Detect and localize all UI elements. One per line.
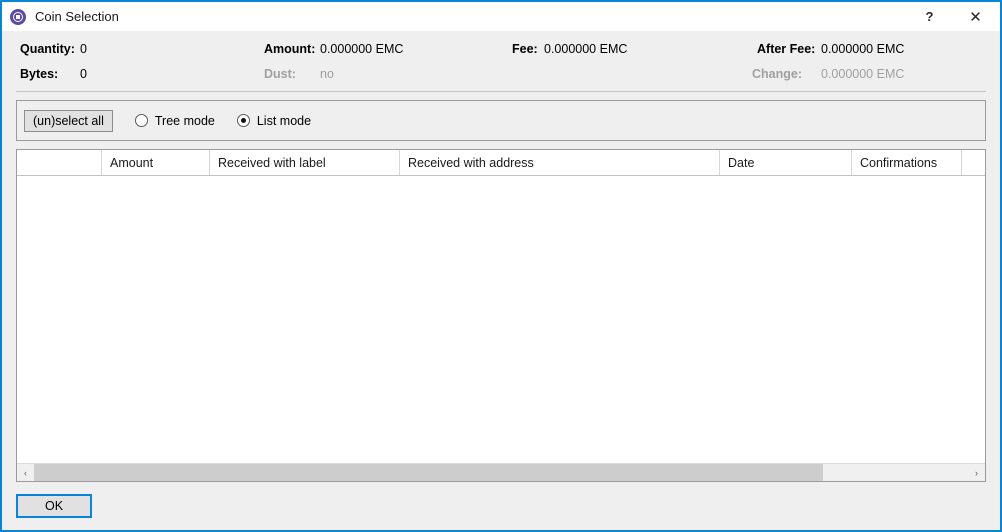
table-header-row: Amount ˇ Received with label Received wi… (17, 150, 985, 176)
quantity-value: 0 (80, 42, 87, 56)
column-header-spacer (962, 150, 985, 175)
fee-label: Fee: (512, 42, 538, 56)
fee-value: 0.000000 EMC (544, 42, 628, 56)
dust-label: Dust: (264, 67, 296, 81)
table-body-empty[interactable] (17, 176, 985, 463)
scroll-left-icon[interactable]: ‹ (17, 464, 34, 481)
scrollbar-track[interactable] (34, 464, 968, 481)
change-value: 0.000000 EMC (821, 67, 905, 81)
sort-descending-icon: ˇ (145, 150, 156, 155)
dust-value: no (320, 67, 334, 81)
amount-value: 0.000000 EMC (320, 42, 404, 56)
dialog-button-bar: OK (2, 482, 1000, 530)
bytes-label: Bytes: (20, 67, 59, 81)
ok-button[interactable]: OK (16, 494, 92, 518)
after-fee-label: After Fee: (757, 42, 816, 56)
help-button[interactable]: ? (907, 2, 952, 31)
column-header-received-with-address[interactable]: Received with address (400, 150, 720, 175)
change-label: Change: (752, 67, 802, 81)
column-header-confirmations[interactable]: Confirmations (852, 150, 962, 175)
scrollbar-thumb[interactable] (34, 464, 824, 481)
list-mode-radio[interactable]: List mode (236, 113, 312, 128)
horizontal-scrollbar[interactable]: ‹ › (17, 463, 985, 481)
tree-mode-radio-dot[interactable] (134, 114, 148, 127)
view-mode-toolbar: (un)select all Tree mode List mode (16, 100, 986, 141)
coin-control-summary: Quantity: 0 Bytes: 0 Amount: 0.000000 EM… (2, 31, 1000, 92)
list-mode-radio-dot[interactable] (236, 114, 250, 127)
list-mode-label: List mode (256, 113, 312, 128)
title-bar: Coin Selection ? ✕ (2, 2, 1000, 31)
select-all-button[interactable]: (un)select all (24, 109, 113, 132)
scroll-right-icon[interactable]: › (968, 464, 985, 481)
info-divider (16, 91, 986, 92)
after-fee-value: 0.000000 EMC (821, 42, 905, 56)
close-button[interactable]: ✕ (953, 2, 998, 31)
bytes-value: 0 (80, 67, 87, 81)
column-header-amount-label: Amount (110, 155, 154, 170)
coin-list-table: Amount ˇ Received with label Received wi… (16, 149, 986, 482)
column-header-checkbox[interactable] (17, 150, 102, 175)
column-header-date[interactable]: Date (720, 150, 852, 175)
coin-selection-dialog: Coin Selection ? ✕ Quantity: 0 Bytes: 0 … (0, 0, 1002, 532)
tree-mode-label: Tree mode (154, 113, 215, 128)
column-header-received-with-label[interactable]: Received with label (210, 150, 400, 175)
coin-logo-icon (10, 8, 26, 25)
window-title: Coin Selection (35, 9, 119, 24)
amount-label: Amount: (264, 42, 316, 56)
tree-mode-radio[interactable]: Tree mode (134, 113, 215, 128)
quantity-label: Quantity: (20, 42, 75, 56)
column-header-amount[interactable]: Amount ˇ (102, 150, 210, 175)
